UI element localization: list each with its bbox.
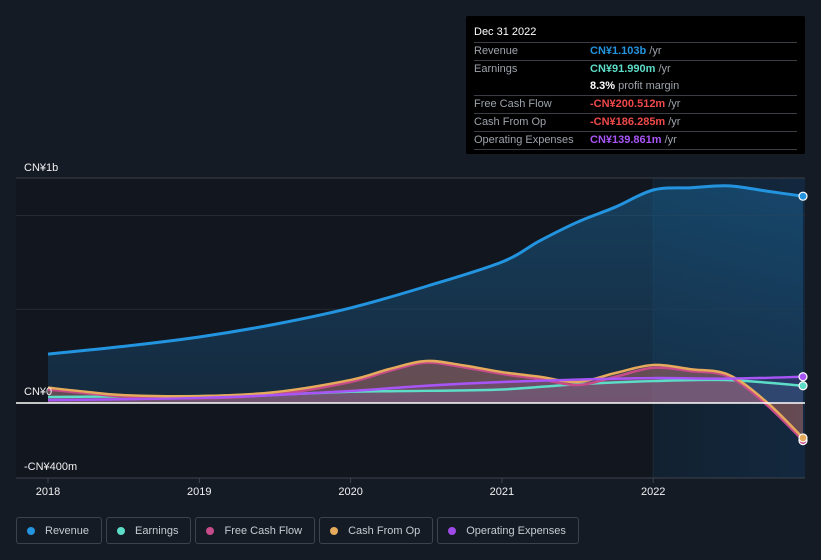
tooltip-label: Free Cash Flow: [474, 98, 552, 110]
x-tick-label: 2020: [338, 486, 362, 498]
x-tick-label: 2019: [187, 486, 211, 498]
tooltip-value: -CN¥186.285m: [590, 116, 666, 128]
legend-dot-icon: [27, 526, 35, 535]
y-label-top: CN¥1b: [24, 162, 58, 174]
tooltip-row-cash-from-op: Cash From Op -CN¥186.285m /yr: [474, 114, 797, 132]
tooltip-unit: /yr: [649, 45, 662, 57]
tooltip: Dec 31 2022 Revenue CN¥1.103b /yr Earnin…: [466, 16, 805, 154]
tooltip-row-earnings: Earnings CN¥91.990m /yr: [474, 61, 797, 78]
cash-from-op-end-marker: [798, 433, 808, 443]
tooltip-unit: /yr: [668, 98, 681, 110]
x-tick-label: 2018: [36, 486, 60, 498]
tooltip-label: [474, 78, 590, 95]
legend-dot-icon: [117, 526, 126, 535]
earnings-end-marker: [798, 381, 808, 391]
legend-label: Revenue: [45, 524, 90, 537]
tooltip-value: CN¥1.103b: [590, 45, 647, 57]
tooltip-label: Earnings: [474, 63, 518, 75]
legend-dot-icon: [330, 526, 339, 535]
operating-expenses-end-marker: [798, 372, 808, 382]
legend-item-earnings[interactable]: Earnings: [106, 517, 192, 544]
tooltip-row-revenue: Revenue CN¥1.103b /yr: [474, 43, 797, 61]
tooltip-label: Operating Expenses: [474, 134, 574, 146]
tooltip-unit: /yr: [668, 116, 681, 128]
tooltip-label: Revenue: [474, 45, 519, 57]
tooltip-row-operating-expenses: Operating Expenses CN¥139.861m /yr: [474, 132, 797, 150]
legend-dot-icon: [448, 526, 457, 535]
legend-dot-icon: [206, 526, 215, 535]
x-tick-label: 2022: [641, 486, 665, 498]
tooltip-row-free-cash-flow: Free Cash Flow -CN¥200.512m /yr: [474, 96, 797, 114]
legend-item-cash-from-op[interactable]: Cash From Op: [319, 517, 434, 544]
profit-margin-value: 8.3%: [590, 80, 616, 92]
tooltip-value: CN¥139.861m: [590, 134, 662, 146]
x-tick-label: 2021: [490, 486, 514, 498]
y-label-bottom: -CN¥400m: [24, 461, 77, 473]
legend-label: Earnings: [135, 524, 179, 537]
profit-margin-label: profit margin: [618, 80, 680, 92]
tooltip-label: Cash From Op: [474, 116, 547, 128]
tooltip-value: CN¥91.990m: [590, 63, 656, 75]
legend-item-free-cash-flow[interactable]: Free Cash Flow: [195, 517, 316, 544]
tooltip-date: Dec 31 2022: [474, 23, 797, 43]
revenue-end-marker: [798, 191, 808, 201]
legend-item-operating-expenses[interactable]: Operating Expenses: [437, 517, 579, 544]
tooltip-row-profit-margin: 8.3% profit margin: [474, 78, 797, 96]
legend-item-revenue[interactable]: Revenue: [16, 517, 103, 544]
legend-label: Operating Expenses: [466, 524, 566, 537]
legend-label: Free Cash Flow: [224, 524, 303, 537]
legend-label: Cash From Op: [348, 524, 421, 537]
tooltip-value: -CN¥200.512m: [590, 98, 666, 110]
y-label-zero: CN¥0: [24, 386, 52, 398]
tooltip-unit: /yr: [658, 63, 671, 75]
legend: Revenue Earnings Free Cash Flow Cash Fro…: [16, 517, 579, 544]
tooltip-unit: /yr: [664, 134, 677, 146]
